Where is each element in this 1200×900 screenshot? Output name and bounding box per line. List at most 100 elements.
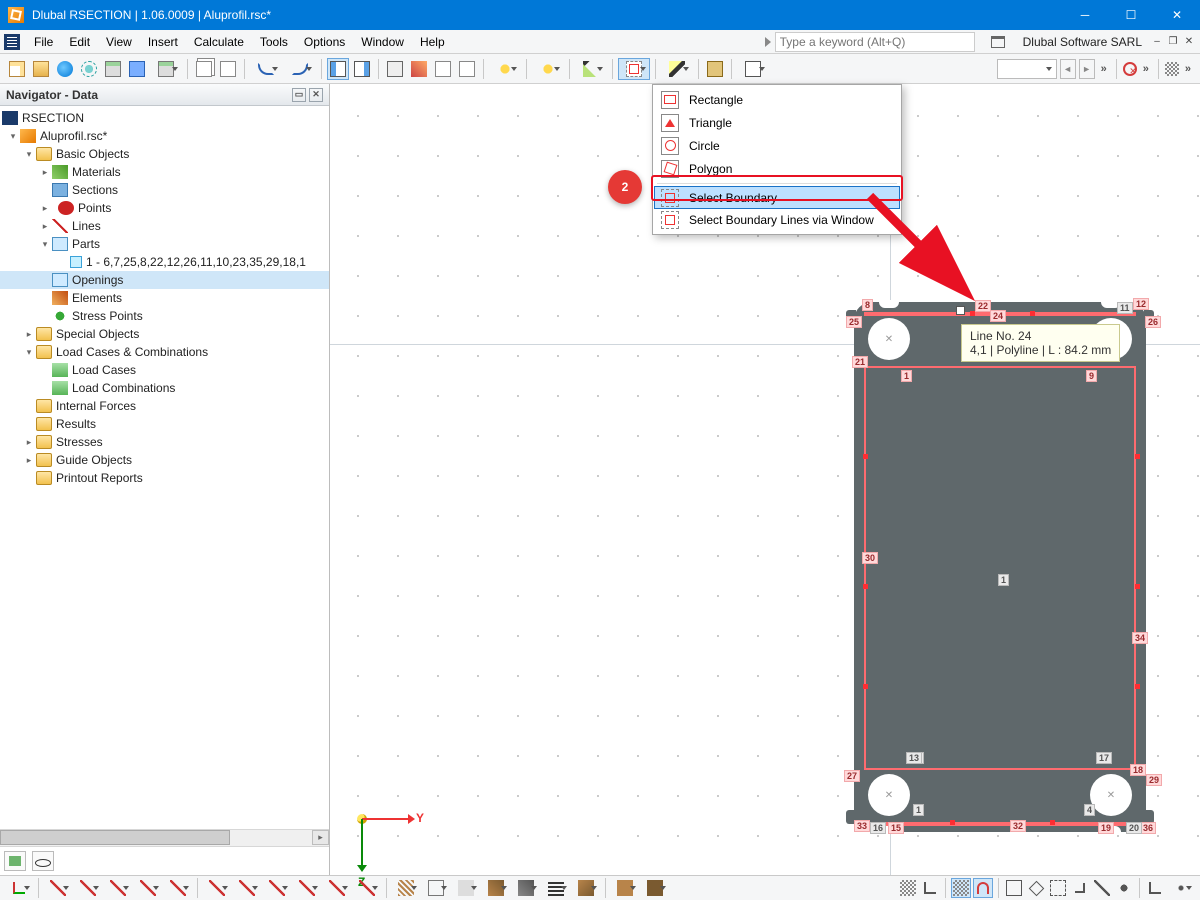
menu-options[interactable]: Options [296, 33, 353, 51]
bb-line-3[interactable] [104, 878, 132, 898]
scroll-thumb[interactable] [0, 830, 230, 845]
navigator-float[interactable]: ▭ [292, 88, 306, 102]
open-button[interactable] [30, 58, 52, 80]
bb-s9[interactable] [641, 878, 669, 898]
view-drop[interactable] [737, 58, 769, 80]
bb-s1[interactable] [392, 878, 420, 898]
minimize-button[interactable]: ─ [1062, 0, 1108, 30]
dd-circle[interactable]: Circle [655, 134, 899, 157]
next-view[interactable]: ► [1079, 59, 1095, 79]
prev-view[interactable]: ◄ [1060, 59, 1076, 79]
bb-sq5[interactable] [1092, 878, 1112, 898]
shape-tool-drop[interactable] [618, 58, 650, 80]
bb-c5[interactable] [323, 878, 351, 898]
menu-help[interactable]: Help [412, 33, 453, 51]
bb-axis[interactable] [5, 878, 33, 898]
mdi-close[interactable]: ✕ [1182, 35, 1196, 49]
tree-stresses[interactable]: ▸Stresses [0, 433, 329, 451]
star-drop-1[interactable] [489, 58, 521, 80]
bb-line-2[interactable] [74, 878, 102, 898]
bb-magnet[interactable] [973, 878, 993, 898]
grid-icon[interactable] [1165, 62, 1179, 76]
tree-load-combinations[interactable]: Load Combinations [0, 379, 329, 397]
selection-handle[interactable] [956, 306, 965, 315]
quick-search[interactable] [765, 32, 975, 52]
nav-btn-eye[interactable] [32, 851, 54, 871]
tree-load-cases[interactable]: Load Cases [0, 361, 329, 379]
tree-special-objects[interactable]: ▸Special Objects [0, 325, 329, 343]
bb-snap-l[interactable] [920, 878, 940, 898]
report-btn[interactable] [456, 58, 478, 80]
tree-guide-objects[interactable]: ▸Guide Objects [0, 451, 329, 469]
maximize-button[interactable]: ☐ [1108, 0, 1154, 30]
tree-parts-list[interactable]: 1 - 6,7,25,8,22,12,26,11,10,23,35,29,18,… [0, 253, 329, 271]
app-menu-icon[interactable] [4, 34, 20, 50]
bb-line-5[interactable] [164, 878, 192, 898]
bb-sq3[interactable] [1048, 878, 1068, 898]
tree-internal-forces[interactable]: Internal Forces [0, 397, 329, 415]
bb-s6[interactable] [542, 878, 570, 898]
dd-rectangle[interactable]: Rectangle [655, 88, 899, 111]
bb-c4[interactable] [293, 878, 321, 898]
bb-sq6[interactable] [1114, 878, 1134, 898]
tree-lc-comb[interactable]: ▾Load Cases & Combinations [0, 343, 329, 361]
bb-c3[interactable] [263, 878, 291, 898]
tree-stress-points[interactable]: Stress Points [0, 307, 329, 325]
align-btn[interactable] [704, 58, 726, 80]
tree-openings[interactable]: Openings [0, 271, 329, 289]
layout-icon[interactable] [991, 36, 1005, 48]
run-btn[interactable] [408, 58, 430, 80]
tree-materials[interactable]: ▸Materials [0, 163, 329, 181]
tree-points[interactable]: ▸Points [0, 199, 329, 217]
bb-sq2[interactable] [1026, 878, 1046, 898]
bb-s2[interactable] [422, 878, 450, 898]
tree-elements[interactable]: Elements [0, 289, 329, 307]
search-input[interactable] [775, 32, 975, 52]
tree-lines[interactable]: ▸Lines [0, 217, 329, 235]
tree-results[interactable]: Results [0, 415, 329, 433]
bb-line-4[interactable] [134, 878, 162, 898]
tree-project[interactable]: ▾Aluprofil.rsc* [0, 127, 329, 145]
calc-btn[interactable] [384, 58, 406, 80]
overflow-1[interactable]: » [1101, 63, 1107, 75]
panel-left-btn[interactable] [327, 58, 349, 80]
pen-drop[interactable] [661, 58, 693, 80]
bb-sq4[interactable] [1070, 878, 1090, 898]
close-button[interactable]: ✕ [1154, 0, 1200, 30]
bb-s5[interactable] [512, 878, 540, 898]
bb-s4[interactable] [482, 878, 510, 898]
bb-sq1[interactable] [1004, 878, 1024, 898]
tree-sections[interactable]: Sections [0, 181, 329, 199]
bb-c2[interactable] [233, 878, 261, 898]
dd-select-boundary-window[interactable]: Select Boundary Lines via Window [655, 208, 899, 231]
undo-button[interactable] [250, 58, 282, 80]
web-button[interactable] [54, 58, 76, 80]
panel-right-btn[interactable] [351, 58, 373, 80]
script-btn[interactable] [432, 58, 454, 80]
bb-s3[interactable] [452, 878, 480, 898]
bug-icon[interactable] [1123, 62, 1137, 76]
bb-grid[interactable] [898, 878, 918, 898]
bb-s8[interactable] [611, 878, 639, 898]
nav-btn-1[interactable] [4, 851, 26, 871]
navigator-close[interactable]: ✕ [309, 88, 323, 102]
view-combo[interactable] [997, 59, 1057, 79]
bb-ortho[interactable] [1145, 878, 1165, 898]
bb-line-1[interactable] [44, 878, 72, 898]
menu-window[interactable]: Window [353, 33, 412, 51]
tree-printout[interactable]: Printout Reports [0, 469, 329, 487]
menu-insert[interactable]: Insert [140, 33, 186, 51]
print-drop[interactable] [150, 58, 182, 80]
bb-s7[interactable] [572, 878, 600, 898]
menu-calculate[interactable]: Calculate [186, 33, 252, 51]
navigator-h-scroll[interactable]: ▸ [0, 829, 329, 846]
tree-root[interactable]: RSECTION [0, 109, 329, 127]
settings-button[interactable] [78, 58, 100, 80]
tree-basic-objects[interactable]: ▾Basic Objects [0, 145, 329, 163]
bb-c1[interactable] [203, 878, 231, 898]
dd-triangle[interactable]: Triangle [655, 111, 899, 134]
menu-view[interactable]: View [98, 33, 140, 51]
bb-last[interactable] [1167, 878, 1195, 898]
bb-grid-on[interactable] [951, 878, 971, 898]
save-button[interactable] [126, 58, 148, 80]
